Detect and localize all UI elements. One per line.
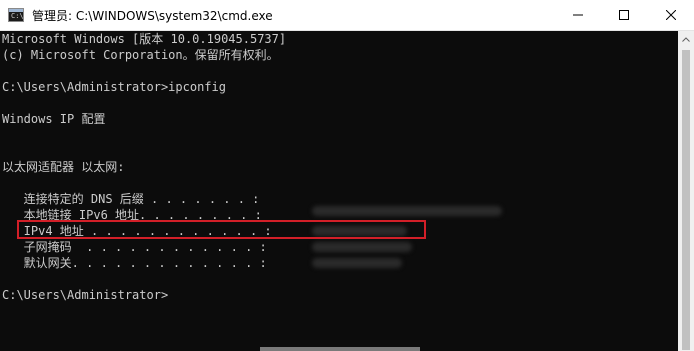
taskbar-edge (260, 347, 420, 351)
console-line: C:\Users\Administrator>ipconfig (2, 80, 226, 94)
console-line: 以太网适配器 以太网: (2, 160, 125, 174)
console-line: 连接特定的 DNS 后缀 . . . . . . . : (2, 192, 260, 206)
redacted-value (312, 242, 412, 252)
vertical-scrollbar[interactable] (678, 31, 694, 351)
cmd-icon: C:\ (8, 8, 24, 22)
redacted-value (312, 206, 502, 216)
console-line: (c) Microsoft Corporation。保留所有权利。 (2, 48, 279, 62)
cmd-icon-label: C:\ (11, 12, 24, 20)
console-line: Windows IP 配置 (2, 112, 106, 126)
title-bar[interactable]: C:\ 管理员: C:\WINDOWS\system32\cmd.exe (0, 0, 694, 31)
chevron-up-icon (682, 37, 690, 42)
close-button[interactable] (647, 0, 694, 30)
console-line: Microsoft Windows [版本 10.0.19045.5737] (2, 32, 287, 46)
console-line: 子网掩码 . . . . . . . . . . . . : (2, 240, 267, 254)
minimize-button[interactable] (555, 0, 601, 30)
window-title: 管理员: C:\WINDOWS\system32\cmd.exe (32, 9, 273, 23)
maximize-button[interactable] (601, 0, 647, 30)
console-line: 默认网关. . . . . . . . . . . . . : (2, 256, 267, 270)
maximize-icon (619, 10, 629, 20)
scroll-up-button[interactable] (678, 31, 694, 48)
console-output[interactable]: Microsoft Windows [版本 10.0.19045.5737] (… (0, 31, 678, 351)
ipv4-highlight-box (17, 220, 426, 239)
redacted-value (312, 258, 402, 268)
scroll-thumb[interactable] (682, 50, 690, 350)
cmd-window: C:\ 管理员: C:\WINDOWS\system32\cmd.exe Mic… (0, 0, 694, 351)
close-icon (665, 10, 676, 20)
minimize-icon (573, 14, 583, 16)
console-line: C:\Users\Administrator> (2, 288, 169, 302)
